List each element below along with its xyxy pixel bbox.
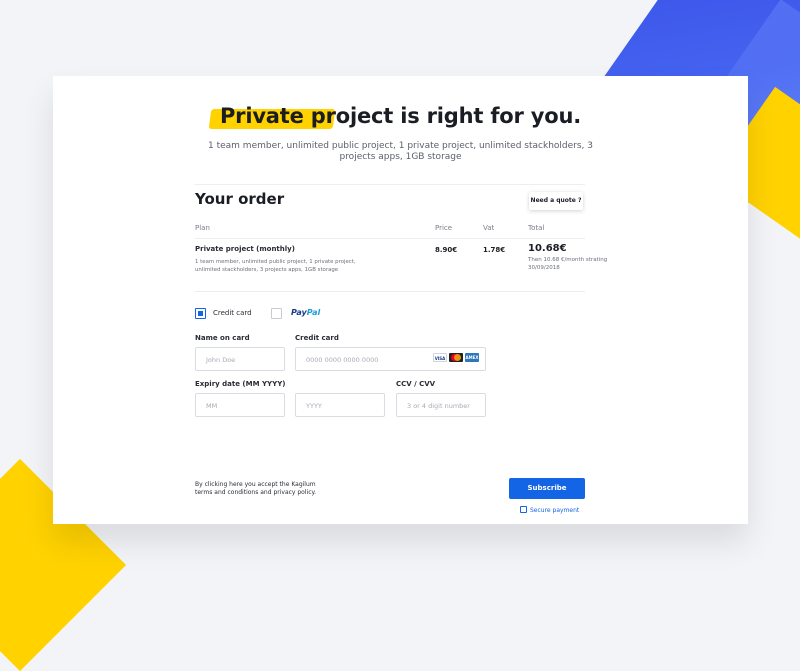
total-note: Then 10.68 €/month strating 30/09/2018 — [528, 257, 608, 271]
headline-rest: is right for you. — [393, 104, 582, 128]
paypal-checkbox[interactable] — [271, 308, 282, 319]
credit-card-checkbox[interactable] — [195, 308, 206, 319]
card-brand-logos: VISA AMEX — [433, 353, 479, 362]
divider — [195, 238, 585, 239]
ccv-input[interactable]: 3 or 4 digit number — [396, 393, 486, 417]
lock-icon — [520, 506, 527, 513]
visa-icon: VISA — [433, 353, 447, 362]
divider — [195, 184, 585, 185]
plan-total: 10.68€ — [528, 243, 567, 254]
checkout-card: Private project is right for you. 1 team… — [53, 76, 748, 524]
credit-card-option-label: Credit card — [213, 309, 252, 317]
mastercard-icon — [449, 353, 463, 362]
credit-card-number-label: Credit card — [295, 334, 339, 342]
paypal-logo: PayPal — [291, 308, 321, 317]
expiry-month-input[interactable]: MM — [195, 393, 285, 417]
plan-name: Private project (monthly) — [195, 245, 295, 253]
name-on-card-label: Name on card — [195, 334, 250, 342]
headline-highlight: Private project — [208, 104, 393, 129]
expiry-date-label: Expiry date (MM YYYY) — [195, 380, 286, 388]
name-on-card-input[interactable]: John Doe — [195, 347, 285, 371]
terms-text: By clicking here you accept the Kagilum … — [195, 481, 317, 496]
expiry-year-input[interactable]: YYYY — [295, 393, 385, 417]
secure-payment-link[interactable]: Secure payment — [520, 505, 579, 514]
column-total: Total — [528, 224, 545, 232]
column-price: Price — [435, 224, 453, 232]
need-quote-button[interactable]: Need a quote ? — [529, 192, 583, 210]
column-vat: Vat — [483, 224, 495, 232]
column-plan: Plan — [195, 224, 210, 232]
ccv-label: CCV / CVV — [396, 380, 436, 388]
divider — [195, 291, 585, 292]
page-title: Private project is right for you. — [53, 104, 748, 129]
subscribe-button[interactable]: Subscribe — [509, 478, 585, 499]
plan-subtitle: 1 team member, unlimited public project,… — [208, 141, 593, 162]
order-title: Your order — [195, 190, 285, 208]
amex-icon: AMEX — [465, 353, 479, 362]
plan-description: 1 team member, unlimited public project,… — [195, 259, 356, 273]
plan-vat: 1.78€ — [483, 246, 506, 254]
plan-price: 8.90€ — [435, 246, 458, 254]
